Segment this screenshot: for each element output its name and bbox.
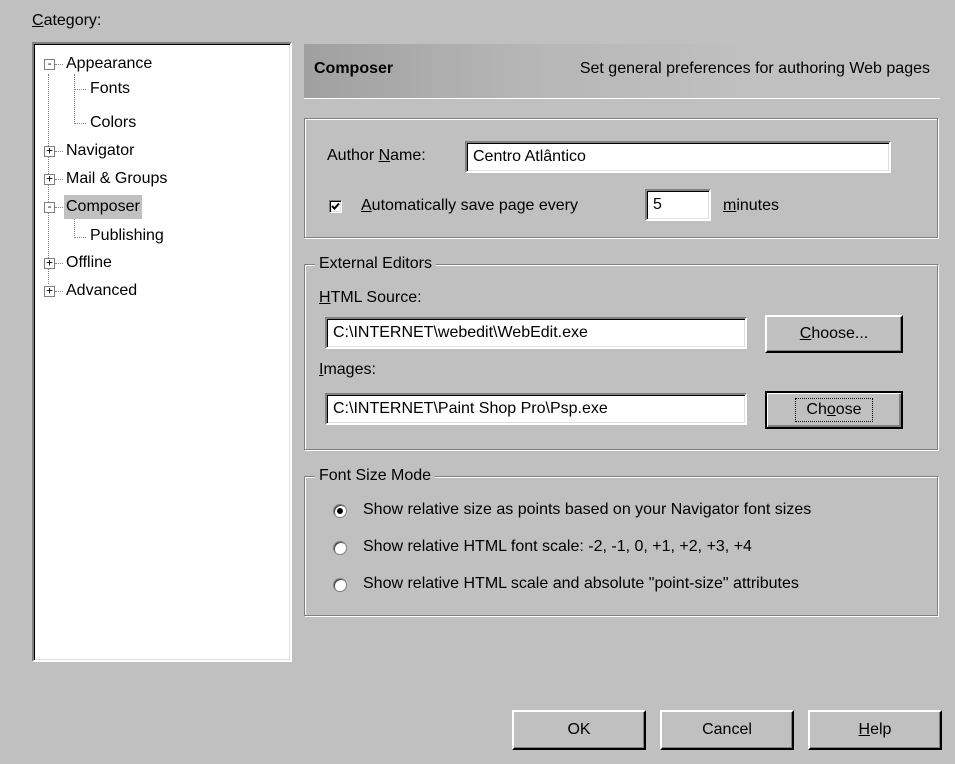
external-editors-legend: External Editors [315, 254, 436, 274]
choose-html-button[interactable]: Choose... [765, 315, 903, 353]
tree-item-colors[interactable]: Colors [90, 111, 136, 135]
font-size-mode-legend: Font Size Mode [315, 466, 436, 486]
external-editors-group: External Editors HTML Source: C:\INTERNE… [304, 254, 938, 450]
tree-connector [55, 64, 63, 65]
tree-connector [55, 207, 63, 208]
category-tree[interactable]: - Appearance Fonts Colors + Navigator + … [32, 42, 292, 662]
checkmark-icon [331, 202, 340, 210]
tree-connector [55, 291, 63, 292]
font-size-mode-group: Font Size Mode Show relative size as poi… [304, 466, 938, 616]
collapse-icon[interactable]: - [44, 201, 55, 213]
radio-html-scale-point-size-label[interactable]: Show relative HTML scale and absolute "p… [363, 575, 799, 593]
author-name-input[interactable]: Centro Atlântico [465, 141, 891, 173]
tree-connector [55, 179, 63, 180]
cancel-button[interactable]: Cancel [660, 710, 794, 750]
tree-connector [74, 237, 86, 238]
general-group: Author Name: Centro Atlântico Automatica… [304, 118, 938, 238]
images-label: Images: [319, 361, 376, 378]
html-source-label: HTML Source: [319, 289, 422, 306]
panel-description: Set general preferences for authoring We… [579, 60, 930, 77]
tree-connector [74, 216, 75, 238]
tree-item-advanced[interactable]: Advanced [66, 279, 137, 303]
html-source-input[interactable]: C:\INTERNET\webedit\WebEdit.exe [325, 317, 747, 349]
tree-item-composer[interactable]: Composer [64, 195, 142, 219]
radio-html-font-scale-label[interactable]: Show relative HTML font scale: -2, -1, 0… [363, 538, 752, 556]
expand-icon[interactable]: + [44, 145, 55, 157]
tree-connector [55, 263, 63, 264]
images-input[interactable]: C:\INTERNET\Paint Shop Pro\Psp.exe [325, 393, 747, 425]
collapse-icon[interactable]: - [44, 58, 55, 70]
help-button[interactable]: Help [808, 710, 942, 750]
tree-connector [74, 74, 75, 124]
radio-html-font-scale[interactable] [333, 541, 347, 555]
tree-item-appearance[interactable]: Appearance [66, 52, 152, 76]
tree-item-publishing[interactable]: Publishing [90, 224, 164, 248]
expand-icon[interactable]: + [44, 257, 55, 269]
tree-item-fonts[interactable]: Fonts [90, 77, 130, 101]
tree-item-offline[interactable]: Offline [66, 251, 112, 275]
autosave-checkbox[interactable] [329, 200, 342, 213]
expand-icon[interactable]: + [44, 285, 55, 297]
tree-connector [74, 89, 86, 90]
radio-relative-points-label[interactable]: Show relative size as points based on yo… [363, 501, 811, 519]
minutes-label: minutes [723, 197, 780, 214]
radio-relative-points[interactable] [333, 504, 347, 518]
panel-header: Composer Set general preferences for aut… [304, 44, 940, 99]
expand-icon[interactable]: + [44, 173, 55, 185]
choose-images-button[interactable]: Choose [765, 391, 903, 429]
category-label: Category: [32, 12, 102, 29]
radio-html-scale-point-size[interactable] [333, 578, 347, 592]
author-name-label: Author Name: [327, 147, 426, 164]
tree-item-mail-groups[interactable]: Mail & Groups [66, 167, 167, 191]
autosave-minutes-input[interactable]: 5 [645, 189, 711, 221]
tree-connector [55, 151, 63, 152]
tree-item-navigator[interactable]: Navigator [66, 139, 134, 163]
tree-connector [74, 123, 86, 124]
autosave-label[interactable]: Automatically save page every [361, 197, 578, 215]
panel-title: Composer [314, 60, 394, 77]
ok-button[interactable]: OK [512, 710, 646, 750]
